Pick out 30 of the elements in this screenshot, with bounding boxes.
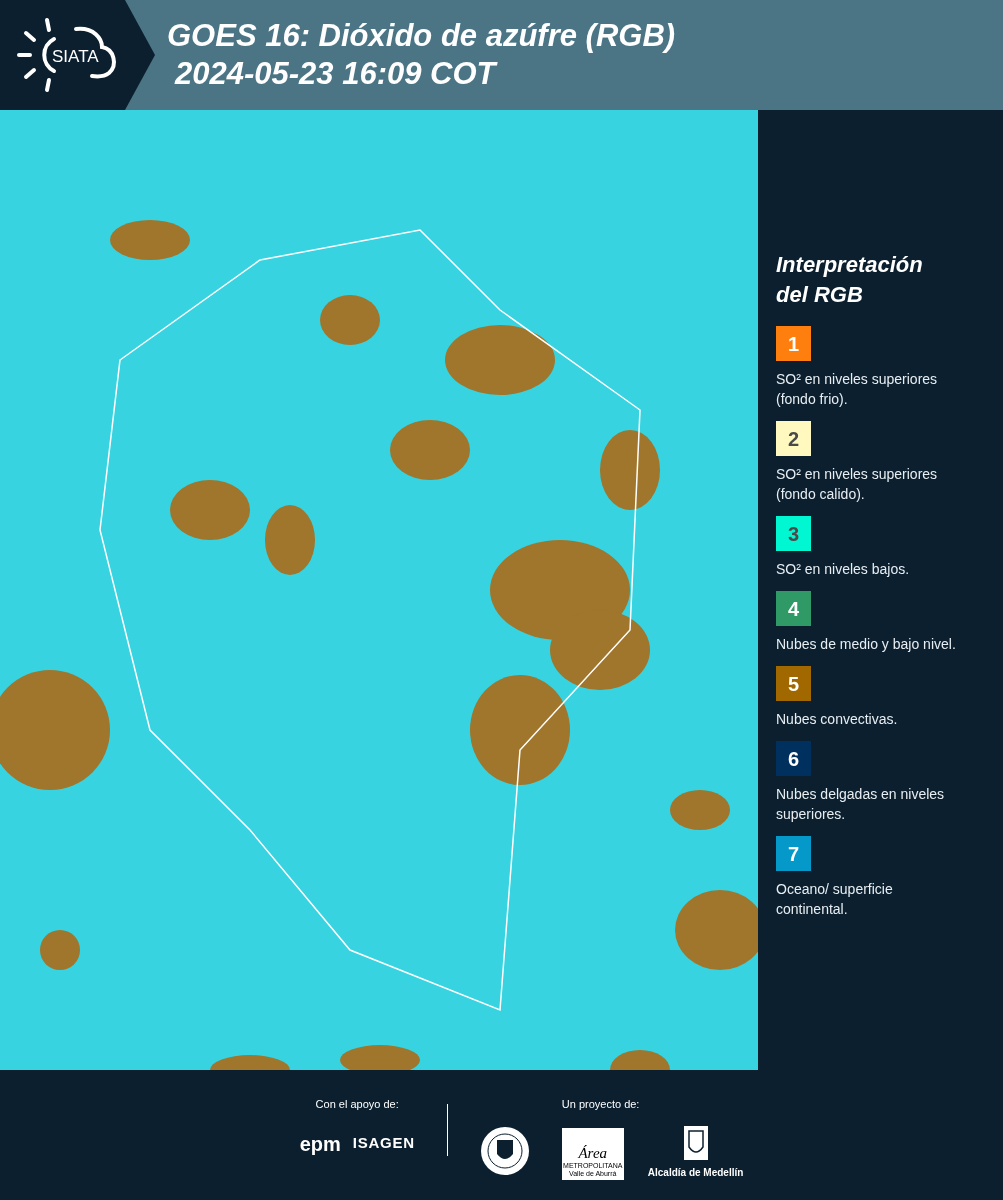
legend-label: SO² en niveles bajos. [776,560,911,579]
legend-swatch: 7 [776,836,811,871]
legend-label: Nubes delgadas en niveles superiores. [776,785,946,824]
legend-swatch: 6 [776,741,811,776]
page-title: GOES 16: Dióxido de azúfre (RGB) [167,17,676,55]
legend-label: Nubes de medio y bajo nivel. [776,635,957,654]
legend-swatch: 3 [776,516,811,551]
legend-swatch: 2 [776,421,811,456]
coat-of-arms-icon [682,1124,709,1161]
logo-text: SIATA [52,45,99,68]
legend-swatch: 4 [776,591,811,626]
cloud-patch [670,790,730,830]
cloud-patch [40,930,80,970]
cloud-patch [265,505,315,575]
cloud-patch [610,1050,670,1070]
seal-icon [479,1126,530,1176]
city-logo-text: Alcaldía de Medellín [647,1165,744,1180]
cloud-patch [320,295,380,345]
legend-title: Interpretación del RGB [776,251,924,309]
legend-label: SO² en niveles superiores (fondo calido). [776,465,939,504]
legend-label: SO² en niveles superiores (fondo frio). [776,370,939,409]
support-label: Con el apoyo de: [315,1097,399,1112]
legend-swatch: 5 [776,666,811,701]
legend-label: Nubes convectivas. [776,710,899,729]
project-label: Un proyecto de: [561,1097,641,1112]
legend-swatch: 1 [776,326,811,361]
sponsor-logo: ISAGEN [352,1133,415,1154]
sponsor-logo: epm [299,1131,341,1157]
legend-label: Oceano/ superficie continental. [776,880,894,919]
timestamp: 2024-05-23 16:09 COT [173,55,499,93]
